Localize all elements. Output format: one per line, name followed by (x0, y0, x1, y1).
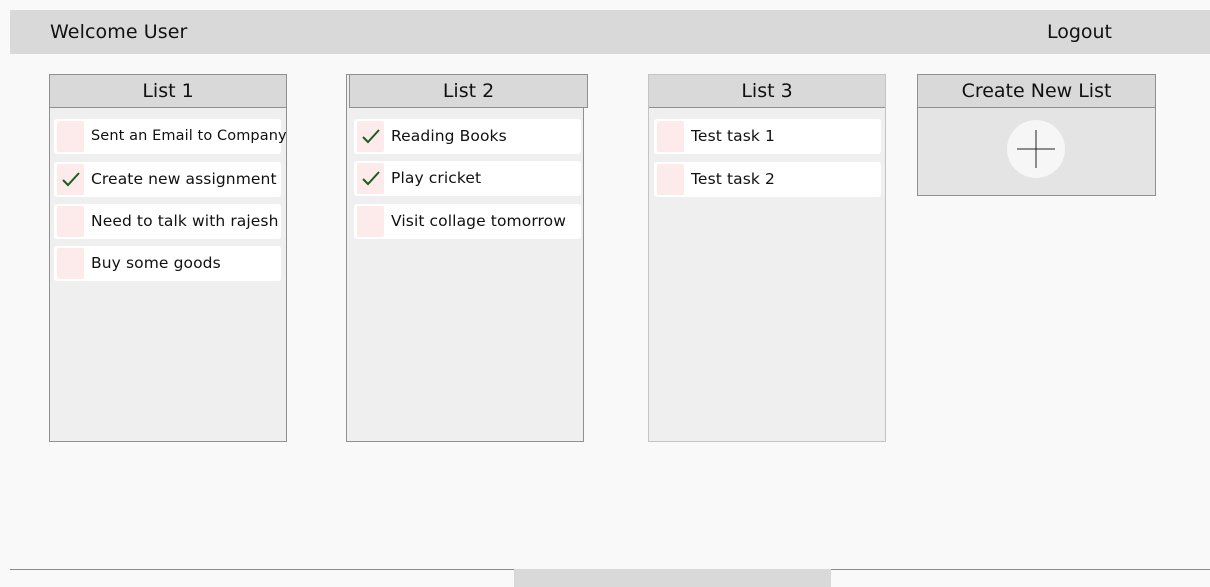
task-label: Need to talk with rajesh (91, 212, 279, 230)
list-panel-2: List 2 Reading Books Play cricket Visit … (346, 74, 588, 442)
check-icon (362, 129, 380, 144)
create-list-panel: Create New List (917, 74, 1156, 196)
create-list-title: Create New List (918, 75, 1155, 108)
create-list-button[interactable] (1007, 120, 1065, 178)
task-label: Sent an Email to Company (91, 128, 287, 144)
task-item[interactable]: Sent an Email to Company (54, 119, 287, 154)
footer-tab[interactable] (514, 569, 831, 587)
task-label: Visit collage tomorrow (391, 212, 567, 230)
check-icon (62, 172, 80, 187)
list-title: List 2 (349, 74, 588, 108)
task-checkbox[interactable] (657, 121, 684, 152)
task-checkbox[interactable] (57, 206, 84, 237)
task-item[interactable]: Reading Books (354, 119, 581, 154)
task-item[interactable]: Buy some goods (54, 246, 281, 281)
plus-icon (1017, 130, 1055, 168)
task-label: Create new assignment (91, 170, 277, 188)
task-checkbox[interactable] (57, 121, 84, 152)
task-item[interactable]: Need to talk with rajesh (54, 204, 281, 239)
task-item[interactable]: Create new assignment (54, 162, 281, 197)
task-checkbox[interactable] (357, 121, 384, 152)
list-panel-3: List 3 Test task 1 Test task 2 (648, 74, 886, 442)
task-checkbox[interactable] (357, 206, 384, 237)
task-item[interactable]: Test task 2 (654, 162, 881, 197)
task-label: Test task 1 (691, 127, 775, 145)
top-header-bar: Welcome User Logout (10, 10, 1210, 54)
check-icon (362, 171, 380, 186)
task-checkbox[interactable] (57, 248, 84, 279)
task-item[interactable]: Play cricket (354, 161, 581, 196)
task-checkbox[interactable] (657, 164, 684, 195)
list-title: List 1 (50, 75, 286, 108)
welcome-text: Welcome User (50, 21, 188, 43)
task-checkbox[interactable] (57, 164, 84, 195)
list-title: List 3 (649, 75, 885, 108)
list-panel-1: List 1 Sent an Email to Company Create n… (49, 74, 287, 442)
task-label: Play cricket (391, 169, 482, 187)
task-label: Buy some goods (91, 254, 221, 272)
task-item[interactable]: Test task 1 (654, 119, 881, 154)
logout-button[interactable]: Logout (1047, 21, 1112, 43)
task-checkbox[interactable] (357, 163, 384, 194)
task-label: Reading Books (391, 127, 507, 145)
task-label: Test task 2 (691, 170, 775, 188)
task-item[interactable]: Visit collage tomorrow (354, 204, 581, 239)
